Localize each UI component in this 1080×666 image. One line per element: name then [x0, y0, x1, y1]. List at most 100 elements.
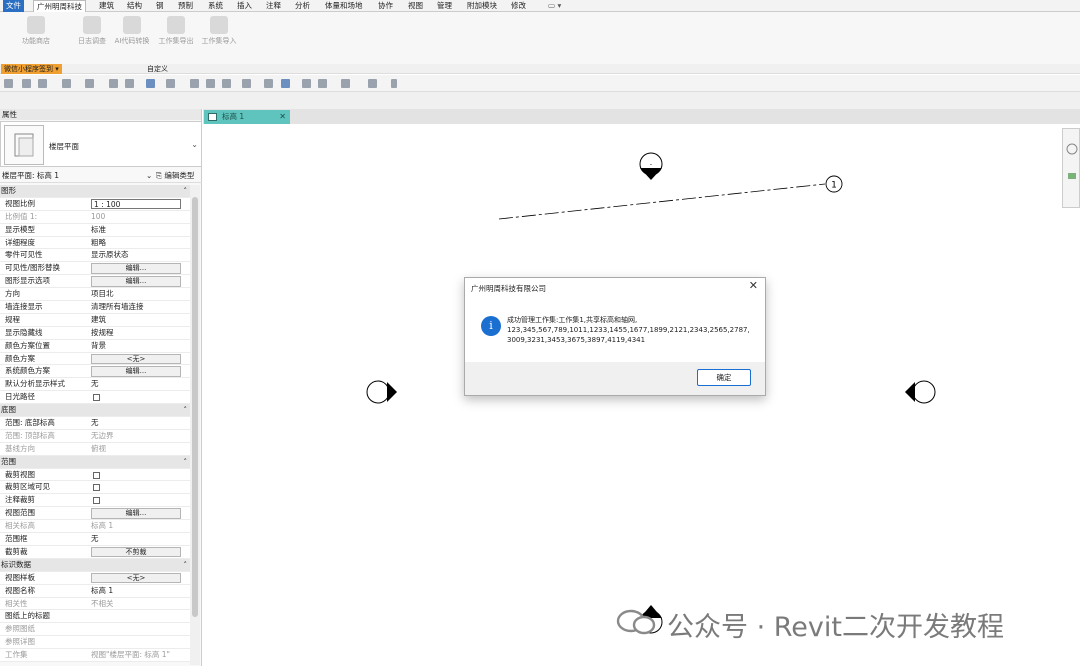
ribbon-minimize-icon[interactable]: ▭ ▾ [545, 0, 564, 12]
type-dropdown-icon[interactable]: ⌄ [191, 140, 198, 149]
property-row[interactable]: 基线方向 俯视 [0, 442, 190, 456]
close-hidden-icon[interactable] [302, 79, 311, 88]
collapse-icon[interactable]: ˄ [184, 185, 188, 198]
tab-massing-site[interactable]: 体量和场地 [322, 0, 366, 12]
property-row[interactable]: 颜色方案 <无> [0, 352, 190, 366]
property-row[interactable]: 零件可见性 显示原状态 [0, 249, 190, 263]
property-row[interactable]: 裁剪区域可见 [0, 481, 190, 495]
settings-icon[interactable] [341, 79, 350, 88]
property-checkbox[interactable] [93, 497, 100, 505]
ok-button[interactable]: 确定 [697, 369, 751, 386]
property-row[interactable]: 详细程度 粗略 [0, 236, 190, 250]
property-row[interactable]: 图纸上的标题 [0, 610, 190, 624]
tab-manage[interactable]: 管理 [434, 0, 455, 12]
elevation-marker-north[interactable]: - [639, 152, 663, 180]
property-row[interactable]: 系统颜色方案 编辑... [0, 365, 190, 379]
tab-modify[interactable]: 修改 [508, 0, 529, 12]
instance-filter[interactable]: 楼层平面: 标高 1 [2, 169, 59, 183]
print-icon[interactable] [109, 79, 118, 88]
property-row[interactable]: 截剪裁 不剪裁 [0, 545, 190, 559]
property-edit-button[interactable]: <无> [91, 353, 181, 365]
chevron-down-icon[interactable]: ⌄ [146, 169, 152, 183]
switch-window-icon[interactable] [318, 79, 327, 88]
property-edit-button[interactable]: 编辑... [91, 508, 181, 519]
type-selector[interactable]: 楼层平面 ⌄ [0, 121, 202, 167]
view-tab-level-1[interactable]: 标高 1 ✕ [204, 110, 290, 124]
property-row[interactable]: 工作集 视图"楼层平面: 标高 1" [0, 649, 190, 662]
property-edit-button[interactable]: 编辑... [91, 366, 181, 377]
property-input[interactable]: 1 : 100 [91, 198, 181, 210]
property-row[interactable]: 方向 项目北 [0, 288, 190, 302]
property-row[interactable]: 视图范围 编辑... [0, 507, 190, 521]
property-row[interactable]: 相关标高 标高 1 [0, 520, 190, 534]
collapse-icon[interactable]: ˄ [184, 559, 188, 572]
property-row[interactable]: 比例值 1: 100 [0, 210, 190, 224]
property-row[interactable]: 可见性/图形替换 编辑... [0, 262, 190, 276]
workset-export-button[interactable]: 工作集导出 [156, 16, 196, 46]
measure-icon[interactable] [125, 79, 134, 88]
edit-type-button[interactable]: ⎘ 编辑类型 [156, 169, 194, 183]
property-row[interactable]: 视图样板 <无> [0, 571, 190, 585]
property-row[interactable]: 范围: 顶部标高 无边界 [0, 429, 190, 443]
render-icon[interactable] [368, 79, 377, 88]
undo-icon[interactable] [62, 79, 71, 88]
property-row[interactable]: 墙连接显示 清理所有墙连接 [0, 301, 190, 314]
property-category[interactable]: 标识数据 ˄ [0, 558, 190, 572]
property-row[interactable]: 范围: 底部标高 无 [0, 417, 190, 430]
wechat-signin-panel-label[interactable]: 微信小程序签到 ▾ [1, 64, 62, 74]
collapse-icon[interactable]: ˄ [184, 404, 188, 417]
tab-analyze[interactable]: 分析 [292, 0, 313, 12]
property-row[interactable]: 裁剪视图 [0, 468, 190, 482]
property-row[interactable]: 参照图纸 [0, 623, 190, 637]
property-row[interactable]: 颜色方案位置 背景 [0, 339, 190, 353]
property-checkbox[interactable] [93, 394, 100, 402]
property-row[interactable]: 图形显示选项 编辑... [0, 275, 190, 289]
grid-line[interactable] [498, 183, 826, 220]
property-row[interactable]: 注释裁剪 [0, 494, 190, 508]
tab-collaborate[interactable]: 协作 [375, 0, 396, 12]
ai-code-convert-button[interactable]: AI代码转换 [112, 16, 152, 46]
save-icon[interactable] [22, 79, 31, 88]
open-icon[interactable] [4, 79, 13, 88]
collapse-icon[interactable]: ˄ [184, 456, 188, 469]
sync-icon[interactable] [38, 79, 47, 88]
property-row[interactable]: 视图比例 1 : 100 [0, 197, 190, 211]
property-row[interactable]: 范围框 无 [0, 533, 190, 546]
property-row[interactable]: 视图名称 标高 1 [0, 584, 190, 598]
3d-view-icon[interactable] [222, 79, 231, 88]
thin-lines-icon[interactable] [281, 79, 290, 88]
text-icon[interactable] [206, 79, 215, 88]
property-checkbox[interactable] [93, 471, 100, 479]
section-icon[interactable] [264, 79, 273, 88]
property-row[interactable]: 参照详图 [0, 636, 190, 650]
workset-import-button[interactable]: 工作集导入 [199, 16, 239, 46]
tab-systems[interactable]: 系统 [205, 0, 226, 12]
close-icon[interactable]: ✕ [279, 110, 286, 124]
close-icon[interactable]: ✕ [749, 279, 758, 292]
property-edit-button[interactable]: 编辑... [91, 276, 181, 287]
property-row[interactable]: 规程 建筑 [0, 313, 190, 327]
customize-dropdown-icon[interactable] [391, 79, 397, 88]
tab-guangzhou-mingzhou[interactable]: 广州明周科技 [33, 0, 86, 12]
tab-structure[interactable]: 结构 [124, 0, 145, 12]
property-row[interactable]: 相关性 不相关 [0, 597, 190, 611]
property-row[interactable]: 显示隐藏线 按规程 [0, 326, 190, 340]
property-edit-button[interactable]: <无> [91, 572, 181, 584]
select-icon[interactable] [146, 79, 155, 88]
property-category[interactable]: 图形 ˄ [0, 185, 190, 198]
property-edit-button[interactable]: 不剪裁 [91, 546, 181, 558]
tag-icon[interactable] [190, 79, 199, 88]
grid-bubble[interactable]: 1 [825, 175, 843, 193]
property-row[interactable]: 日光路径 [0, 391, 190, 405]
tab-addins[interactable]: 附加模块 [464, 0, 500, 12]
property-category[interactable]: 范围 ˄ [0, 455, 190, 469]
properties-scrollbar[interactable] [190, 185, 200, 665]
function-store-button[interactable]: 功能商店 [16, 16, 56, 46]
tab-view[interactable]: 视图 [405, 0, 426, 12]
redo-icon[interactable] [85, 79, 94, 88]
log-survey-button[interactable]: 日志调查 [72, 16, 112, 46]
elevation-marker-west[interactable] [366, 380, 397, 404]
property-edit-button[interactable]: 编辑... [91, 263, 181, 274]
scrollbar-thumb[interactable] [192, 197, 198, 617]
tab-precast[interactable]: 预制 [175, 0, 196, 12]
